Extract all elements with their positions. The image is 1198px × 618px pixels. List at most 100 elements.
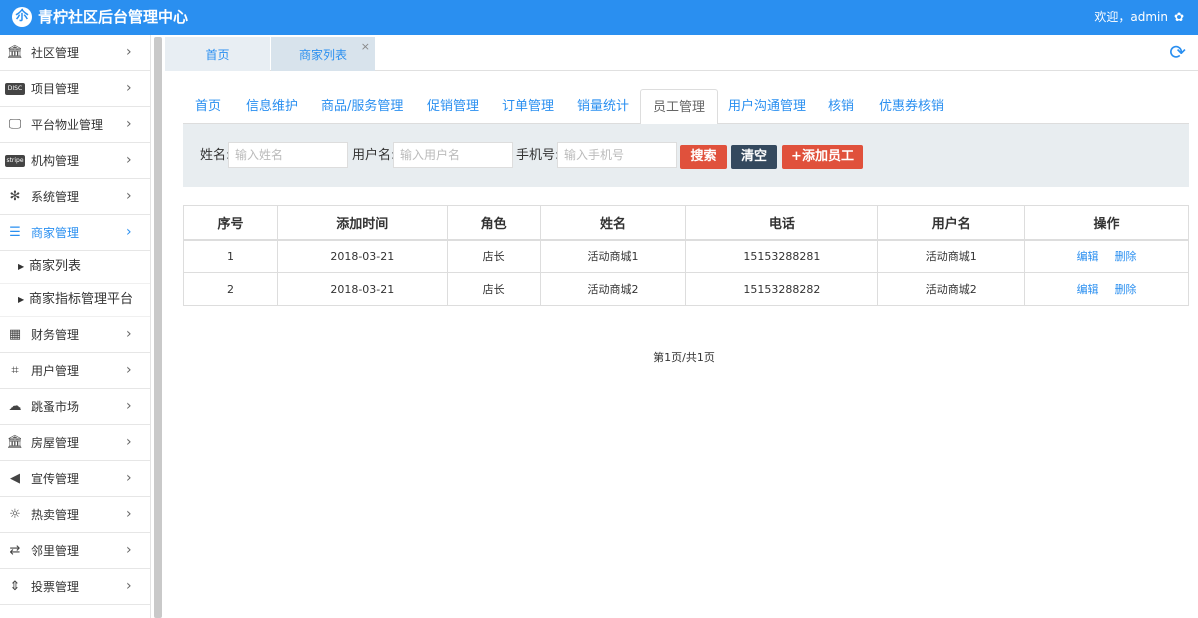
tab-promotions[interactable]: 促销管理 bbox=[415, 89, 491, 124]
sidebar-item-flea-market[interactable]: ☁ 跳蚤市场 › bbox=[0, 389, 150, 425]
sidebar-item-organization[interactable]: stripe 机构管理 › bbox=[0, 143, 150, 179]
page-tab-label: 商家列表 bbox=[298, 48, 347, 62]
edit-link[interactable]: 编辑 bbox=[1077, 283, 1099, 296]
discover-icon: DISC bbox=[5, 80, 25, 98]
sidebar-subitem-merchant-list[interactable]: ▶ 商家列表 bbox=[0, 251, 150, 284]
cell-phone: 15153288282 bbox=[685, 272, 879, 306]
chevron-right-icon: › bbox=[126, 578, 132, 594]
delete-link[interactable]: 删除 bbox=[1115, 250, 1137, 263]
chevron-right-icon: › bbox=[126, 188, 132, 204]
tab-user-communication[interactable]: 用户沟通管理 bbox=[716, 89, 818, 124]
tab-staff[interactable]: 员工管理 bbox=[640, 89, 719, 125]
sidebar-scrollbar[interactable] bbox=[154, 37, 162, 618]
page-tab-home[interactable]: 首页 bbox=[165, 37, 270, 71]
sidebar-item-publicity[interactable]: ◀ 宣传管理 › bbox=[0, 461, 150, 497]
cell-name: 活动商城2 bbox=[539, 272, 687, 306]
column-header: 电话 bbox=[685, 205, 879, 241]
top-header: 尒 青柠社区后台管理中心 欢迎，admin ✿ bbox=[0, 0, 1198, 35]
sidebar-item-label: 商家管理 bbox=[31, 226, 80, 240]
close-icon[interactable]: × bbox=[361, 29, 370, 65]
clear-button[interactable]: 清空 bbox=[731, 145, 777, 169]
column-header: 角色 bbox=[446, 205, 541, 241]
sidebar-subitem-label: 商家指标管理平台 bbox=[29, 292, 134, 307]
tab-orders[interactable]: 订单管理 bbox=[490, 89, 566, 124]
sidebar-item-label: 社区管理 bbox=[31, 46, 80, 60]
cell-actions: 编辑 删除 bbox=[1024, 239, 1189, 273]
table-row: 1 2018-03-21 店长 活动商城1 15153288281 活动商城1 … bbox=[183, 239, 1189, 273]
welcome-user-link[interactable]: 欢迎，admin bbox=[1094, 9, 1168, 25]
gear-icon[interactable]: ✿ bbox=[1174, 9, 1184, 25]
search-button[interactable]: 搜索 bbox=[680, 145, 727, 169]
sidebar-item-property[interactable]: 🖵 平台物业管理 › bbox=[0, 107, 150, 143]
cell-date: 2018-03-21 bbox=[276, 239, 448, 273]
sidebar-item-project[interactable]: DISC 项目管理 › bbox=[0, 71, 150, 107]
column-header: 操作 bbox=[1024, 205, 1189, 241]
chevron-right-icon: › bbox=[126, 398, 132, 414]
sidebar-item-label: 项目管理 bbox=[31, 82, 80, 96]
tab-info[interactable]: 信息维护 bbox=[234, 89, 310, 124]
sidebar-item-users[interactable]: ⌗ 用户管理 › bbox=[0, 353, 150, 389]
sidebar-subitem-label: 商家列表 bbox=[29, 259, 82, 274]
list-icon: ☰ bbox=[9, 225, 21, 240]
table-header-row: 序号 添加时间 角色 姓名 电话 用户名 操作 bbox=[183, 205, 1189, 241]
sort-icon: ⇕ bbox=[9, 579, 21, 594]
sidebar-item-housing[interactable]: 🏛 房屋管理 › bbox=[0, 425, 150, 461]
bank-icon: 🏛 bbox=[6, 435, 24, 450]
sidebar-item-label: 机构管理 bbox=[31, 154, 80, 168]
app-logo-icon: 尒 bbox=[12, 7, 32, 27]
username-input[interactable] bbox=[393, 142, 513, 168]
chevron-right-icon: › bbox=[126, 542, 132, 558]
column-header: 添加时间 bbox=[276, 205, 448, 241]
add-staff-button[interactable]: +添加员工 bbox=[782, 145, 863, 169]
name-input[interactable] bbox=[228, 142, 348, 168]
chevron-right-icon: › bbox=[126, 116, 132, 132]
sidebar-item-finance[interactable]: ▦ 财务管理 › bbox=[0, 317, 150, 353]
merchant-nav-tabs: 首页 信息维护 商品/服务管理 促销管理 订单管理 销量统计 员工管理 用户沟通… bbox=[183, 89, 1189, 125]
page-tab-label: 首页 bbox=[205, 48, 230, 62]
sidebar-item-label: 邻里管理 bbox=[31, 544, 80, 558]
table-row: 2 2018-03-21 店长 活动商城2 15153288282 活动商城2 … bbox=[183, 272, 1189, 306]
main-content: 首页 信息维护 商品/服务管理 促销管理 订单管理 销量统计 员工管理 用户沟通… bbox=[165, 71, 1198, 618]
sidebar-item-label: 热卖管理 bbox=[31, 508, 80, 522]
sidebar-item-hot-sale[interactable]: ☼ 热卖管理 › bbox=[0, 497, 150, 533]
tab-home[interactable]: 首页 bbox=[183, 89, 233, 124]
sidebar-subitem-merchant-metrics[interactable]: ▶ 商家指标管理平台 bbox=[0, 284, 150, 317]
search-panel: 姓名: 用户名: 手机号: 搜索 清空 +添加员工 bbox=[183, 124, 1189, 187]
tab-coupon-verification[interactable]: 优惠券核销 bbox=[867, 89, 956, 124]
page-tab-merchant-list[interactable]: 商家列表 × bbox=[271, 37, 375, 71]
sidebar-item-label: 平台物业管理 bbox=[31, 118, 104, 132]
bank-icon: 🏛 bbox=[6, 45, 24, 60]
edit-link[interactable]: 编辑 bbox=[1077, 250, 1099, 263]
staff-table: 序号 添加时间 角色 姓名 电话 用户名 操作 1 2018-03-21 店长 … bbox=[183, 205, 1189, 306]
refresh-icon[interactable]: ⟳ bbox=[1169, 40, 1186, 64]
caret-right-icon: ▶ bbox=[18, 295, 25, 304]
name-label: 姓名: bbox=[200, 148, 231, 163]
sidebar-item-community[interactable]: 🏛 社区管理 › bbox=[0, 35, 150, 71]
tab-sales-stats[interactable]: 销量统计 bbox=[565, 89, 641, 124]
sidebar-item-label: 投票管理 bbox=[31, 580, 80, 594]
cell-no: 2 bbox=[183, 272, 278, 306]
phone-label: 手机号: bbox=[516, 148, 560, 163]
chevron-right-icon: › bbox=[126, 152, 132, 168]
tab-verification[interactable]: 核销 bbox=[816, 89, 866, 124]
stripe-icon: stripe bbox=[5, 152, 25, 170]
cell-role: 店长 bbox=[446, 272, 541, 306]
sidebar-item-neighbors[interactable]: ⇄ 邻里管理 › bbox=[0, 533, 150, 569]
sun-icon: ☼ bbox=[9, 507, 21, 522]
cell-username: 活动商城1 bbox=[877, 239, 1026, 273]
sidebar-item-system[interactable]: ✻ 系统管理 › bbox=[0, 179, 150, 215]
cell-role: 店长 bbox=[446, 239, 541, 273]
page-tab-bar: 首页 商家列表 × ⟳ bbox=[165, 35, 1198, 71]
app-title: 青柠社区后台管理中心 bbox=[38, 8, 189, 26]
crop-icon: ⌗ bbox=[11, 363, 19, 378]
delete-link[interactable]: 删除 bbox=[1115, 283, 1137, 296]
tab-products[interactable]: 商品/服务管理 bbox=[309, 89, 415, 124]
phone-input[interactable] bbox=[557, 142, 677, 168]
sidebar-item-voting[interactable]: ⇕ 投票管理 › bbox=[0, 569, 150, 605]
sidebar-item-merchant[interactable]: ☰ 商家管理 › bbox=[0, 215, 150, 251]
cell-name: 活动商城1 bbox=[539, 239, 687, 273]
retweet-icon: ⇄ bbox=[9, 543, 21, 558]
sidebar-item-label: 房屋管理 bbox=[31, 436, 80, 450]
column-header: 用户名 bbox=[877, 205, 1026, 241]
calculator-icon: ▦ bbox=[8, 327, 22, 342]
